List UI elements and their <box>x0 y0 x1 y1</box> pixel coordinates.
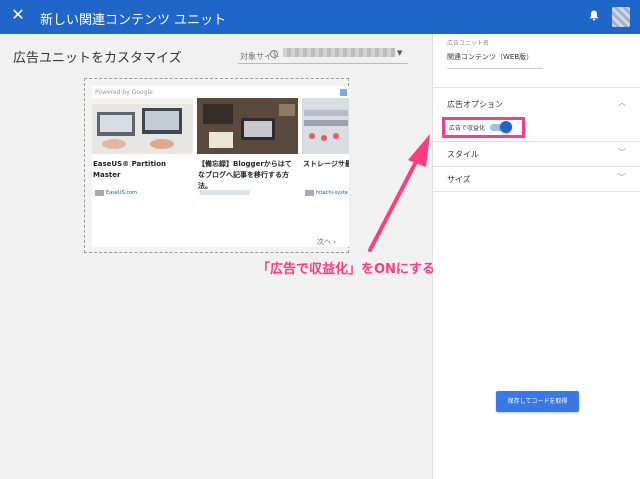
select-underline <box>238 63 408 64</box>
content-card[interactable]: 【備忘録】Bloggerからはてなブログへ記事を移行する方法。 <box>197 98 298 247</box>
settings-panel: 広告ユニット名 関連コンテンツ（WEB版） 広告オプション ︿ 広告で収益化 ス… <box>432 34 640 479</box>
notification-bell-icon[interactable] <box>589 10 599 21</box>
divider <box>433 191 640 192</box>
card-title[interactable]: ストレージサ最先端のストレ <box>303 159 349 170</box>
style-label: スタイル <box>447 150 479 159</box>
card-thumbnail-laptops <box>92 98 193 154</box>
card-title[interactable]: EaseUS® Partition Master <box>93 159 193 181</box>
customize-heading: 広告ユニットをカスタマイズ <box>13 51 182 66</box>
section-ad-options[interactable]: 広告オプション ︿ <box>433 88 640 118</box>
adchoices-icon[interactable] <box>340 89 347 96</box>
chevron-down-icon[interactable]: ﹀ <box>618 174 626 182</box>
monetize-label: 広告で収益化 <box>449 125 486 132</box>
toggle-switch[interactable] <box>500 121 512 133</box>
unit-name-field[interactable]: 関連コンテンツ（WEB版） <box>447 52 533 62</box>
card-source: EaseUS.com <box>95 190 137 197</box>
content-card[interactable]: EaseUS® Partition Master EaseUS.com <box>92 98 193 247</box>
monetize-toggle-row[interactable]: 広告で収益化 <box>442 117 525 138</box>
unit-name-label: 広告ユニット名 <box>447 40 490 47</box>
card-source-text: hitachi-syste <box>316 190 348 196</box>
top-app-bar: ✕ 新しい関連コンテンツ ユニット <box>0 0 640 34</box>
annotation-text: 「広告で収益化」をONにする <box>257 262 436 277</box>
size-label: サイズ <box>447 175 471 184</box>
field-underline <box>447 68 543 69</box>
chevron-up-icon[interactable]: ︿ <box>618 99 626 107</box>
card-source: hitachi-syste <box>305 190 348 197</box>
target-site-select[interactable] <box>283 48 395 57</box>
customize-pane: 広告ユニットをカスタマイズ 対象サイト ? ▼ Powered by Googl… <box>0 34 432 479</box>
dropdown-arrow-icon[interactable]: ▼ <box>397 49 402 57</box>
card-source-text: EaseUS.com <box>106 190 138 196</box>
help-icon[interactable]: ? <box>270 50 278 58</box>
powered-by-google: Powered by Google <box>95 89 153 96</box>
content-card[interactable]: ストレージサ最先端のストレ hitachi-syste <box>302 98 349 247</box>
source-favicon <box>95 190 104 196</box>
source-favicon <box>305 190 314 196</box>
chevron-right-icon: › <box>333 238 337 246</box>
card-thumbnail-desk <box>197 98 298 154</box>
card-source <box>200 190 250 197</box>
source-blurred <box>200 190 250 195</box>
save-and-get-code-button[interactable]: 保存してコードを取得 <box>496 391 579 412</box>
chevron-down-icon[interactable]: ﹀ <box>618 149 626 157</box>
section-size[interactable]: サイズ ﹀ <box>433 167 640 191</box>
card-title[interactable]: 【備忘録】Bloggerからはてなブログへ記事を移行する方法。 <box>198 159 298 192</box>
section-style[interactable]: スタイル ﹀ <box>433 142 640 166</box>
next-button[interactable]: 次へ › <box>317 237 336 247</box>
ad-options-label: 広告オプション <box>447 100 503 109</box>
next-label: 次へ <box>317 238 331 246</box>
avatar[interactable] <box>612 7 630 27</box>
card-thumbnail-cables <box>302 98 349 154</box>
ad-preview: Powered by Google EaseUS® Partition Mast… <box>84 78 349 253</box>
page-title: 新しい関連コンテンツ ユニット <box>40 13 227 28</box>
close-icon[interactable]: ✕ <box>11 7 25 23</box>
ad-preview-frame: Powered by Google EaseUS® Partition Mast… <box>92 86 349 247</box>
